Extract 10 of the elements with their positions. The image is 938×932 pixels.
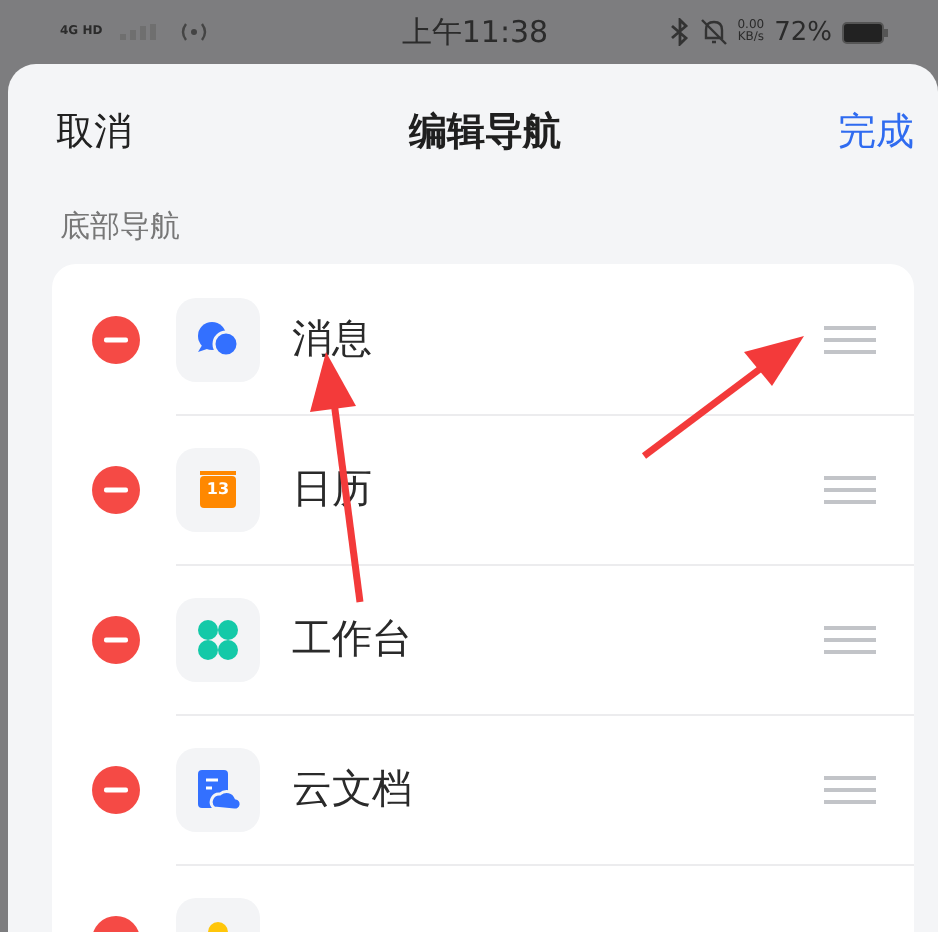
page-title: 编辑导航: [406, 108, 563, 158]
clock: 上午11:38: [399, 13, 551, 51]
section-title: 底部导航: [58, 206, 182, 248]
calendar-date: 13: [204, 479, 232, 497]
nav-item-label: 消息: [292, 312, 374, 366]
nav-item-label: 工作台: [292, 612, 414, 666]
nav-item-label: 云文档: [292, 762, 414, 816]
battery-percent: 72%: [774, 17, 832, 47]
cancel-button[interactable]: 取消: [56, 106, 132, 158]
done-button[interactable]: 完成: [838, 106, 914, 158]
